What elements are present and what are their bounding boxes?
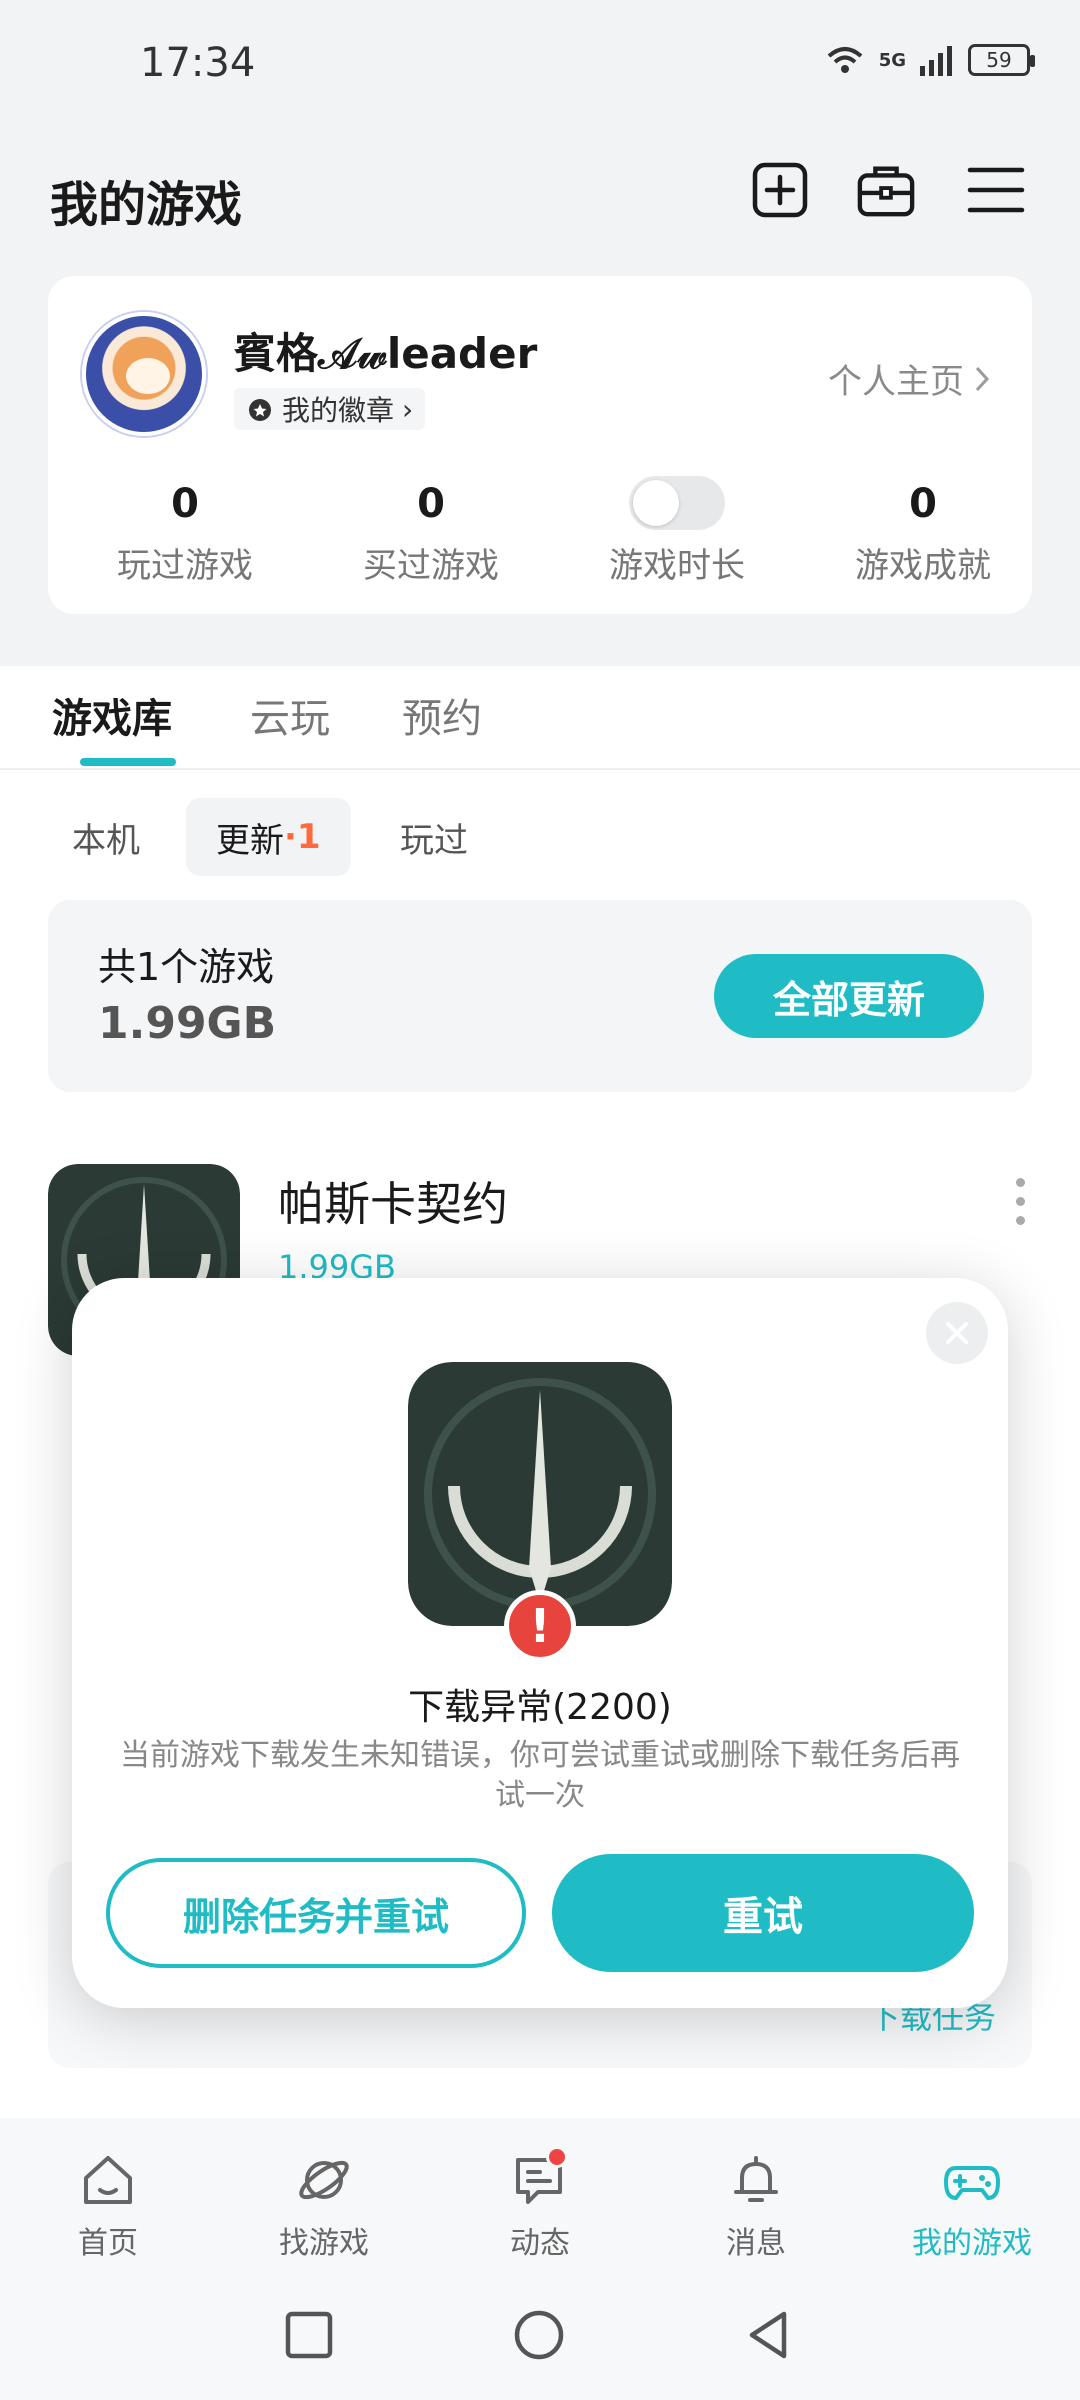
- bottom-nav: 首页 找游戏 动态 消息 我的游戏: [0, 2118, 1080, 2268]
- avatar-face: [126, 358, 170, 394]
- subtab-label: 玩过: [400, 820, 468, 861]
- subtab-label: 更新: [216, 820, 284, 861]
- error-icon: !: [504, 1590, 576, 1662]
- recents-icon[interactable]: [282, 2308, 336, 2362]
- add-square-icon: [752, 162, 808, 218]
- battery-icon: 59: [968, 44, 1035, 76]
- avatar[interactable]: [82, 312, 206, 436]
- home-icon: [84, 2156, 132, 2204]
- dialog-description: 当前游戏下载发生未知错误，你可尝试重试或删除下载任务后再试一次: [120, 1738, 960, 1813]
- update-count-badge: 1: [296, 817, 321, 857]
- page-title: 我的游戏: [50, 177, 243, 233]
- home-circle-icon[interactable]: [512, 2308, 566, 2362]
- toolbox-icon: [857, 166, 915, 217]
- stat-value: 0: [417, 481, 445, 527]
- add-button[interactable]: [750, 160, 810, 220]
- nav-feed[interactable]: 动态: [432, 2118, 648, 2268]
- nav-label: 动态: [510, 2226, 570, 2261]
- retry-button[interactable]: 重试: [552, 1854, 974, 1972]
- stat-label: 买过游戏: [363, 546, 499, 586]
- stat-label: 游戏时长: [609, 546, 745, 586]
- game-name[interactable]: 帕斯卡契约: [278, 1168, 508, 1234]
- gamepad-icon: [944, 2166, 1000, 2200]
- tab-cloud[interactable]: 云玩: [250, 686, 330, 744]
- tab-reserve[interactable]: 预约: [402, 686, 482, 744]
- nav-discover[interactable]: 找游戏: [216, 2118, 432, 2268]
- homepage-label: 个人主页: [828, 362, 964, 402]
- stat-achievements[interactable]: 0 游戏成就: [800, 476, 1046, 587]
- network-type: 5G: [878, 49, 906, 71]
- stat-label: 玩过游戏: [117, 546, 253, 586]
- update-size: 1.99GB: [98, 998, 277, 1049]
- divider: [0, 768, 1080, 770]
- game-icon: [408, 1362, 672, 1626]
- subtab-played[interactable]: 玩过: [370, 798, 498, 876]
- profile-card: 賓格𝒜𝓌leader 我的徽章 › 个人主页 0 玩过游戏 0 买过游戏 游戏时…: [48, 276, 1032, 614]
- chevron-right-icon: ›: [402, 392, 414, 426]
- menu-icon: [967, 167, 1025, 213]
- stat-value: 0: [171, 481, 199, 527]
- nav-label: 找游戏: [279, 2226, 369, 2261]
- chevron-right-icon: [975, 366, 990, 391]
- nav-label: 消息: [726, 2226, 786, 2261]
- close-icon: [946, 1322, 968, 1344]
- download-error-dialog: ! 下载异常(2200) 当前游戏下载发生未知错误，你可尝试重试或删除下载任务后…: [72, 1278, 1008, 2008]
- nav-label: 我的游戏: [912, 2226, 1032, 2261]
- username[interactable]: 賓格𝒜𝓌leader: [234, 320, 537, 381]
- stat-label: 游戏成就: [855, 546, 991, 586]
- homepage-link[interactable]: 个人主页: [828, 354, 990, 403]
- playtime-toggle[interactable]: [629, 476, 725, 530]
- nav-my-games[interactable]: 我的游戏: [864, 2118, 1080, 2268]
- badge-chip[interactable]: 我的徽章 ›: [234, 388, 426, 430]
- badge-label: 我的徽章: [282, 394, 395, 427]
- toolbox-button[interactable]: [856, 160, 916, 220]
- back-icon[interactable]: [742, 2308, 796, 2362]
- status-time: 17:34: [140, 40, 256, 86]
- menu-button[interactable]: [966, 160, 1026, 220]
- update-count-text: 共1个游戏: [98, 945, 275, 989]
- system-nav-bar: [0, 2268, 1080, 2400]
- status-icons: 5G 59: [825, 44, 1035, 76]
- nav-messages[interactable]: 消息: [648, 2118, 864, 2268]
- bell-icon: [734, 2156, 778, 2202]
- stat-value: 0: [909, 481, 937, 527]
- subtab-label: 本机: [72, 820, 140, 861]
- wifi-icon: [827, 47, 863, 73]
- notification-dot: [546, 2146, 568, 2168]
- update-panel: 共1个游戏 1.99GB 全部更新: [48, 900, 1032, 1092]
- medal-icon: [249, 399, 271, 421]
- subtab-update[interactable]: 更新 · 1: [186, 798, 351, 876]
- nav-label: 首页: [78, 2226, 138, 2261]
- tab-library[interactable]: 游戏库: [52, 686, 172, 744]
- more-options-icon[interactable]: [1016, 1178, 1026, 1225]
- battery-level: 59: [986, 48, 1012, 72]
- dialog-title: 下载异常(2200): [408, 1687, 672, 1728]
- delete-and-retry-button[interactable]: 删除任务并重试: [106, 1858, 526, 1968]
- stat-played[interactable]: 0 玩过游戏: [62, 476, 308, 587]
- tab-indicator: [80, 758, 176, 766]
- stat-playtime[interactable]: 游戏时长: [554, 476, 800, 587]
- planet-icon: [299, 2160, 349, 2200]
- update-all-button[interactable]: 全部更新: [714, 954, 984, 1038]
- nav-home[interactable]: 首页: [0, 2118, 216, 2268]
- stat-bought[interactable]: 0 买过游戏: [308, 476, 554, 587]
- subtab-local[interactable]: 本机: [42, 798, 170, 876]
- signal-icon: [920, 46, 952, 76]
- close-button[interactable]: [926, 1302, 988, 1364]
